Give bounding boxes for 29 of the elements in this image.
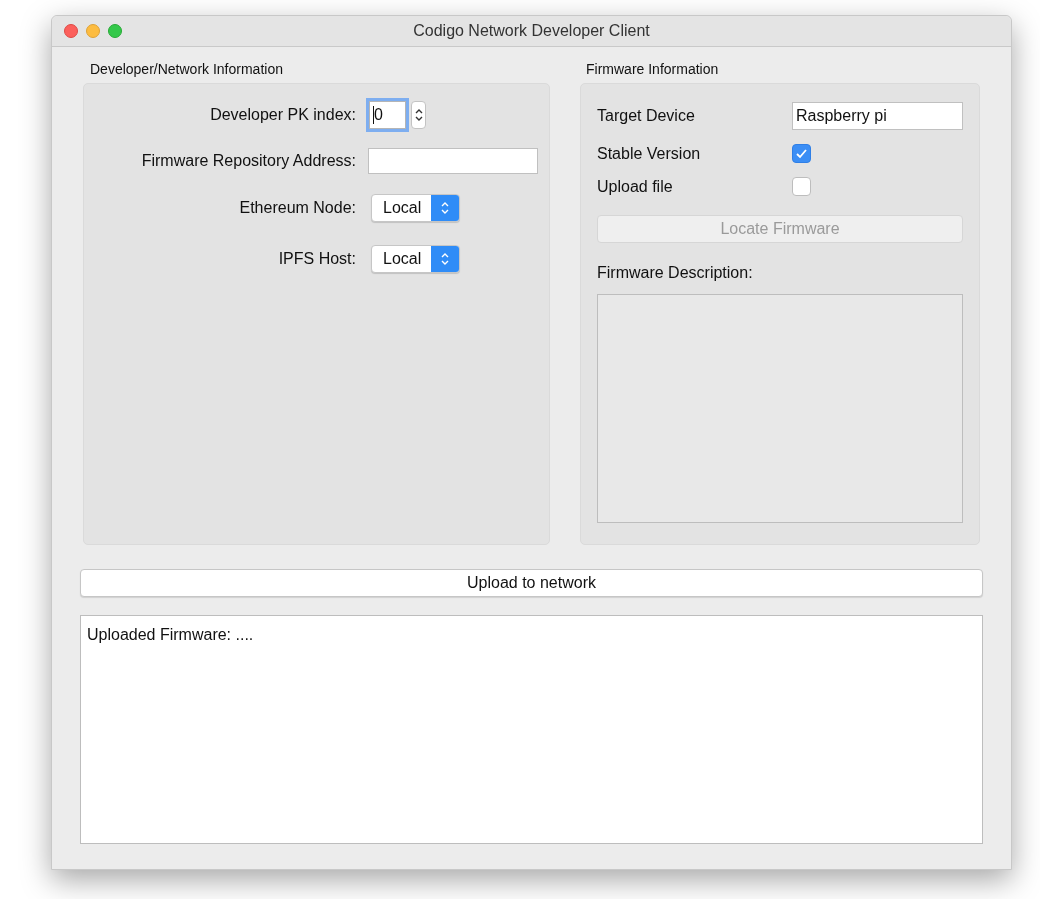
description-field[interactable]: [597, 294, 963, 523]
group-title: Firmware Information: [585, 60, 720, 79]
field-label: Developer PK index:: [210, 105, 356, 125]
log-text: Uploaded Firmware: ....: [87, 626, 254, 643]
field-label: IPFS Host:: [278, 249, 356, 269]
field-label: Firmware Description:: [597, 263, 754, 281]
window-title: Codigo Network Developer Client: [413, 21, 650, 41]
text-field[interactable]: Raspberry pi: [792, 102, 963, 130]
dropdown[interactable]: Local: [371, 194, 460, 222]
group-title: Developer/Network Information: [89, 60, 284, 79]
field-label: Stable Version: [597, 143, 701, 164]
text-field[interactable]: [368, 148, 538, 174]
upload-button[interactable]: Upload to network: [80, 569, 983, 597]
up-down-arrows-icon: [440, 251, 450, 267]
up-down-arrows-icon: [440, 200, 450, 216]
close-button[interactable]: [64, 24, 78, 38]
field-label: Ethereum Node:: [239, 198, 356, 218]
dropdown[interactable]: Local: [371, 245, 460, 273]
zoom-button[interactable]: [108, 24, 122, 38]
field-label: Firmware Repository Address:: [141, 151, 356, 171]
up-down-arrows-icon: [413, 107, 424, 123]
checkbox[interactable]: [792, 177, 811, 196]
field-label: Upload file: [597, 176, 673, 197]
checkmark-icon: [795, 147, 808, 160]
field-label: Target Device: [597, 106, 695, 126]
stepper[interactable]: [411, 101, 426, 129]
checkbox[interactable]: [792, 144, 811, 163]
number-field[interactable]: 0: [369, 101, 406, 129]
minimize-button[interactable]: [86, 24, 100, 38]
